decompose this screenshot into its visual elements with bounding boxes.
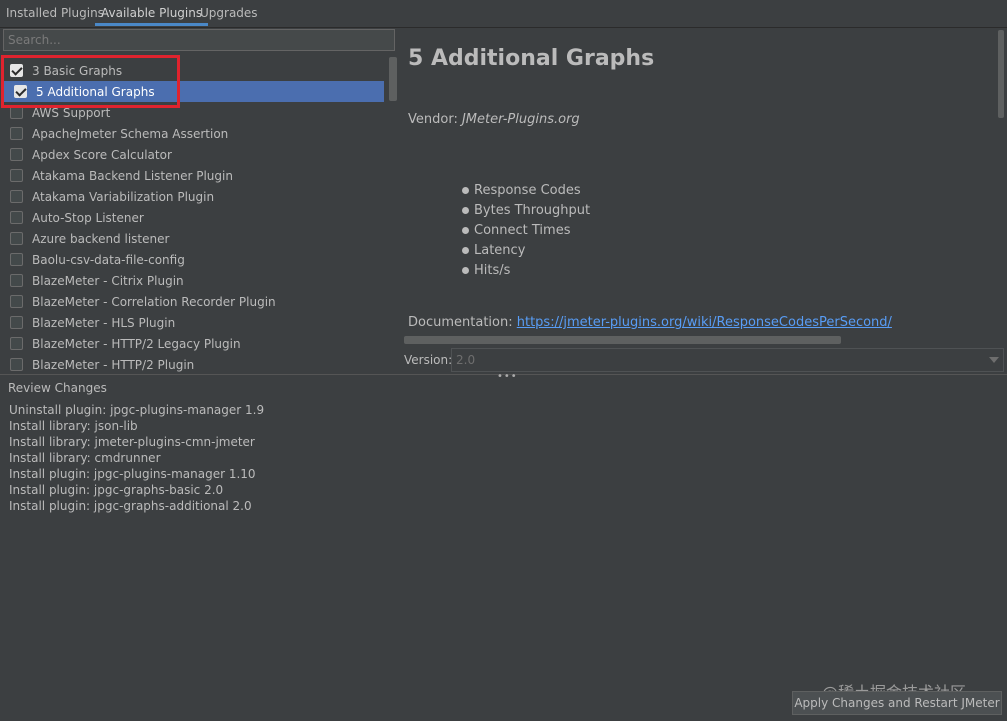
plugin-label: BlazeMeter - HLS Plugin — [32, 315, 176, 330]
plugin-checkbox[interactable] — [10, 337, 23, 350]
review-line: Install library: cmdrunner — [9, 451, 161, 465]
plugin-detail-title: 5 Additional Graphs — [408, 46, 655, 71]
feature-item: Hits/s — [462, 263, 510, 278]
plugin-checkbox[interactable] — [10, 64, 23, 77]
plugin-item-auto-stop[interactable]: Auto-Stop Listener — [4, 207, 384, 228]
plugin-checkbox[interactable] — [10, 211, 23, 224]
plugin-label: ApacheJmeter Schema Assertion — [32, 126, 229, 141]
tab-installed-plugins[interactable]: Installed Plugins — [0, 0, 110, 26]
plugin-label: Azure backend listener — [32, 231, 170, 246]
documentation-link[interactable]: https://jmeter-plugins.org/wiki/Response… — [517, 315, 892, 330]
plugin-checkbox[interactable] — [10, 358, 23, 371]
feature-item: Bytes Throughput — [462, 203, 590, 218]
review-changes-area: Uninstall plugin: jpgc-plugins-manager 1… — [4, 398, 1004, 683]
tab-available-plugins[interactable]: Available Plugins — [95, 0, 209, 26]
plugin-label: BlazeMeter - Citrix Plugin — [32, 273, 184, 288]
vendor-label: Vendor: — [408, 112, 458, 127]
plugin-item-http2[interactable]: BlazeMeter - HTTP/2 Plugin — [4, 354, 384, 372]
documentation-line: Documentation: https://jmeter-plugins.or… — [408, 315, 892, 330]
plugin-label: AWS Support — [32, 105, 111, 120]
tab-bar: Installed Plugins Available Plugins Upgr… — [0, 0, 1007, 28]
plugin-item-citrix[interactable]: BlazeMeter - Citrix Plugin — [4, 270, 384, 291]
plugin-item-3-basic-graphs[interactable]: 3 Basic Graphs — [4, 60, 384, 81]
plugin-label: Baolu-csv-data-file-config — [32, 252, 185, 267]
plugin-item-schema-assertion[interactable]: ApacheJmeter Schema Assertion — [4, 123, 384, 144]
tab-upgrades[interactable]: Upgrades — [194, 0, 264, 26]
plugin-checkbox[interactable] — [10, 169, 23, 182]
plugin-checkbox[interactable] — [14, 85, 27, 98]
plugin-item-hls[interactable]: BlazeMeter - HLS Plugin — [4, 312, 384, 333]
vendor-value: JMeter-Plugins.org — [461, 112, 580, 127]
plugin-label: Atakama Variabilization Plugin — [32, 189, 215, 204]
review-line: Install library: jmeter-plugins-cmn-jmet… — [9, 435, 255, 449]
plugin-checkbox[interactable] — [10, 190, 23, 203]
review-line: Install plugin: jpgc-plugins-manager 1.1… — [9, 467, 256, 481]
feature-label: Connect Times — [474, 223, 571, 238]
plugin-checkbox[interactable] — [10, 127, 23, 140]
feature-label: Response Codes — [474, 183, 581, 198]
review-line: Install plugin: jpgc-graphs-basic 2.0 — [9, 483, 224, 497]
plugin-label: BlazeMeter - HTTP/2 Legacy Plugin — [32, 336, 241, 351]
plugin-item-http2-legacy[interactable]: BlazeMeter - HTTP/2 Legacy Plugin — [4, 333, 384, 354]
search-input[interactable] — [3, 29, 395, 51]
feature-label: Hits/s — [474, 263, 511, 278]
plugin-label: Atakama Backend Listener Plugin — [32, 168, 233, 183]
plugin-item-atakama-backend[interactable]: Atakama Backend Listener Plugin — [4, 165, 384, 186]
review-line: Install plugin: jpgc-graphs-additional 2… — [9, 499, 252, 513]
feature-item: Latency — [462, 243, 525, 258]
bullet-icon — [462, 267, 469, 274]
splitter-grip-icon[interactable]: ••• — [497, 372, 518, 382]
version-value: 2.0 — [456, 353, 476, 367]
review-line: Install library: json-lib — [9, 419, 138, 433]
feature-item: Response Codes — [462, 183, 581, 198]
detail-horizontal-scrollbar[interactable] — [404, 336, 841, 344]
plugin-checkbox[interactable] — [10, 106, 23, 119]
plugin-item-correlation-recorder[interactable]: BlazeMeter - Correlation Recorder Plugin — [4, 291, 384, 312]
plugin-label: 3 Basic Graphs — [32, 63, 123, 78]
plugin-label: BlazeMeter - HTTP/2 Plugin — [32, 357, 195, 372]
plugin-item-atakama-variabilization[interactable]: Atakama Variabilization Plugin — [4, 186, 384, 207]
plugin-item-aws-support[interactable]: AWS Support — [4, 102, 384, 123]
plugin-item-5-additional-graphs[interactable]: 5 Additional Graphs — [4, 81, 384, 102]
plugin-checkbox[interactable] — [10, 148, 23, 161]
plugin-checkbox[interactable] — [10, 316, 23, 329]
plugin-checkbox[interactable] — [10, 253, 23, 266]
plugin-list-scrollbar[interactable] — [389, 57, 397, 101]
plugin-item-azure[interactable]: Azure backend listener — [4, 228, 384, 249]
plugin-list: 3 Basic Graphs 5 Additional Graphs AWS S… — [0, 58, 388, 372]
chevron-down-icon — [989, 357, 999, 363]
review-changes-title: Review Changes — [8, 381, 107, 395]
plugin-label: Auto-Stop Listener — [32, 210, 144, 225]
vendor-line: Vendor: JMeter-Plugins.org — [408, 112, 580, 127]
plugin-checkbox[interactable] — [10, 295, 23, 308]
bullet-icon — [462, 227, 469, 234]
apply-changes-button[interactable]: Apply Changes and Restart JMeter — [792, 691, 1002, 715]
plugin-label: Apdex Score Calculator — [32, 147, 172, 162]
detail-vertical-scrollbar[interactable] — [998, 30, 1004, 118]
plugin-checkbox[interactable] — [10, 274, 23, 287]
bullet-icon — [462, 247, 469, 254]
version-select[interactable]: 2.0 — [451, 348, 1004, 372]
bullet-icon — [462, 187, 469, 194]
plugin-label: 5 Additional Graphs — [36, 84, 155, 99]
feature-item: Connect Times — [462, 223, 570, 238]
plugin-item-baolu[interactable]: Baolu-csv-data-file-config — [4, 249, 384, 270]
plugin-checkbox[interactable] — [10, 232, 23, 245]
version-label: Version: — [404, 353, 453, 367]
plugin-item-apdex[interactable]: Apdex Score Calculator — [4, 144, 384, 165]
review-line: Uninstall plugin: jpgc-plugins-manager 1… — [9, 403, 265, 417]
bullet-icon — [462, 207, 469, 214]
plugin-label: BlazeMeter - Correlation Recorder Plugin — [32, 294, 276, 309]
feature-label: Latency — [474, 243, 526, 258]
feature-label: Bytes Throughput — [474, 203, 591, 218]
documentation-label: Documentation: — [408, 315, 513, 330]
